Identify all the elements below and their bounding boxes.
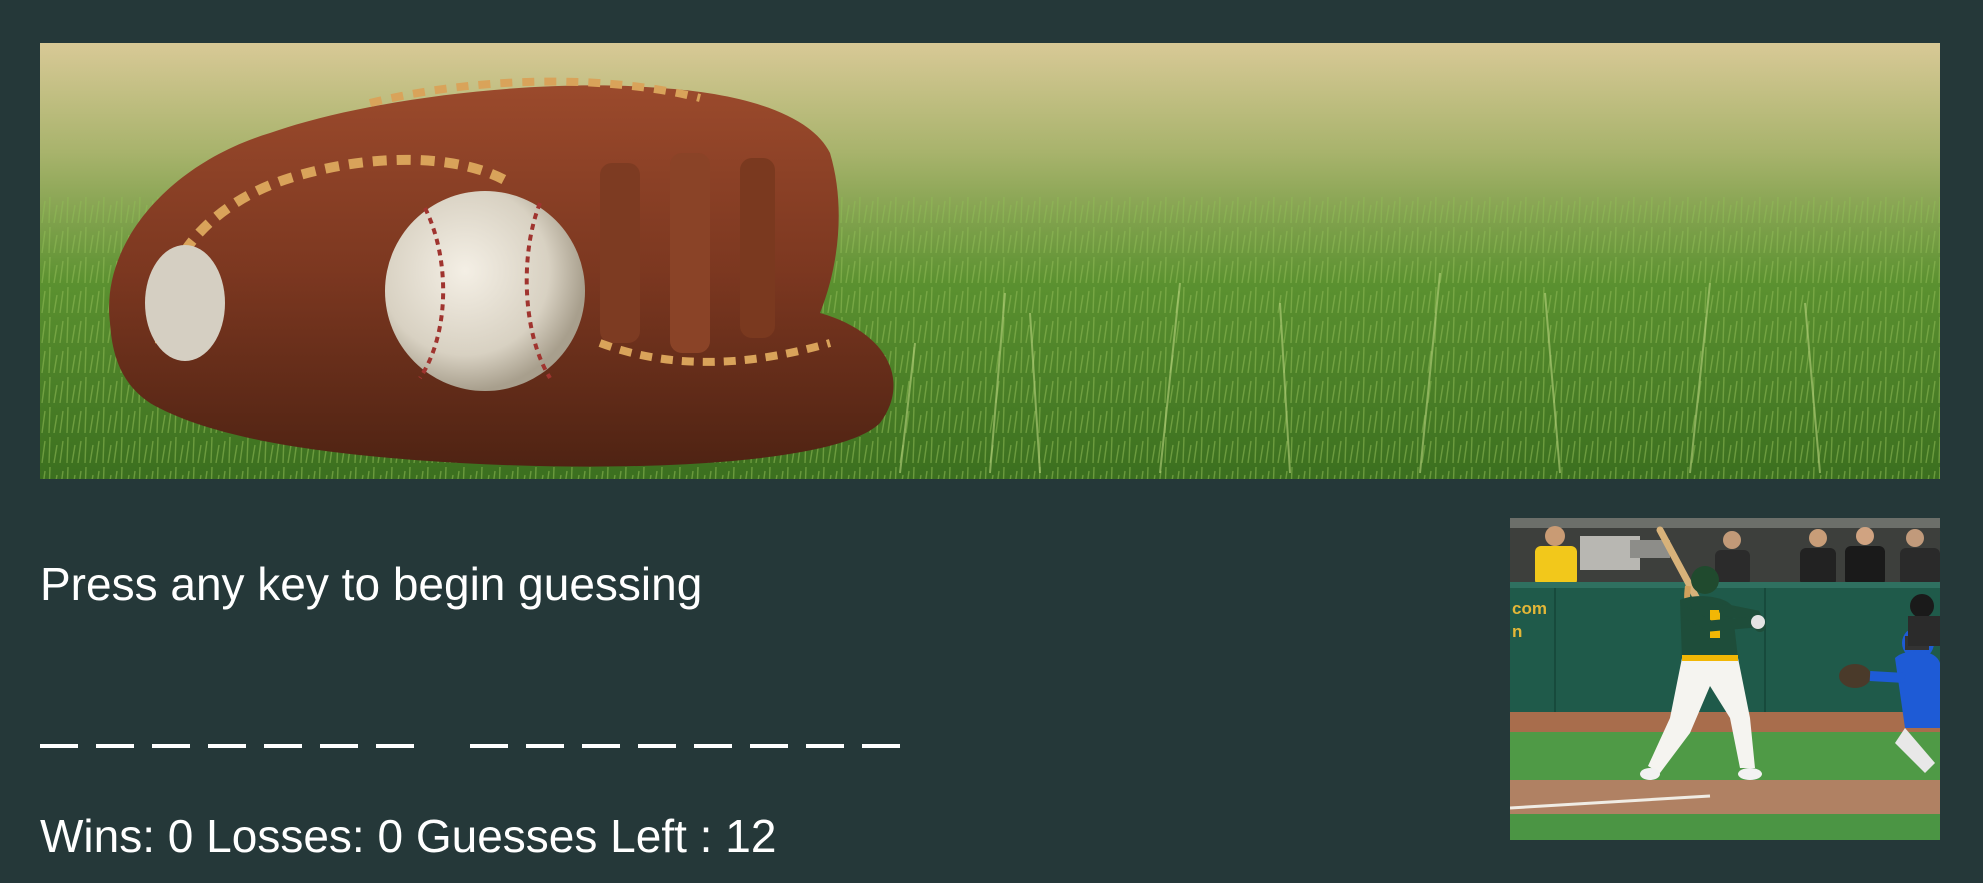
letter-slot	[152, 744, 190, 748]
player-photo: com n	[1510, 518, 1940, 840]
letter-slot	[806, 744, 844, 748]
letter-slot	[208, 744, 246, 748]
guesses-left-count: 12	[725, 810, 777, 862]
banner-image	[40, 43, 1940, 479]
letter-slot	[470, 744, 508, 748]
letter-slot	[264, 744, 302, 748]
guesses-left-label: Guesses Left :	[403, 810, 726, 862]
letter-slot	[750, 744, 788, 748]
wall-ad-text: com	[1512, 599, 1547, 618]
letter-slot	[694, 744, 732, 748]
letter-slot	[526, 744, 564, 748]
wall-ad-text-2: n	[1512, 622, 1522, 641]
letter-slot	[40, 744, 78, 748]
score-line: Wins: 0 Losses: 0 Guesses Left : 12	[40, 808, 776, 864]
letter-slot	[582, 744, 620, 748]
losses-count: 0	[377, 810, 404, 862]
losses-label: Losses:	[193, 810, 378, 862]
game-prompt: Press any key to begin guessing	[40, 558, 703, 610]
letter-slot	[638, 744, 676, 748]
letter-slot	[376, 744, 414, 748]
wins-label: Wins:	[40, 810, 168, 862]
letter-slot	[320, 744, 358, 748]
letter-slot	[96, 744, 134, 748]
word-blanks	[40, 708, 918, 748]
glove-and-ball-illustration	[40, 43, 1940, 479]
letter-slot	[862, 744, 900, 748]
batter-illustration: com n	[1510, 518, 1940, 840]
wins-count: 0	[167, 810, 194, 862]
